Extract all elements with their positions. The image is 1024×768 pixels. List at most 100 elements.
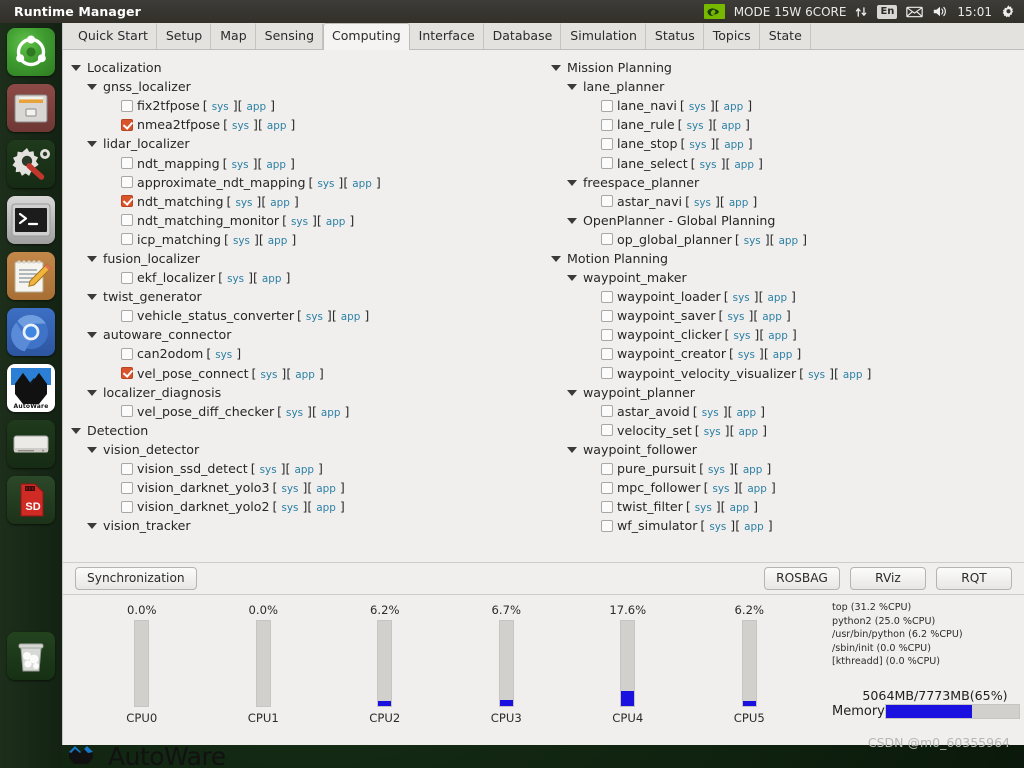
app-link[interactable]: app bbox=[764, 330, 792, 342]
tree-node-vision-detector[interactable]: vision_detector bbox=[63, 440, 543, 459]
rqt-button[interactable]: RQT bbox=[936, 567, 1012, 590]
left-tree-pane[interactable]: Localization gnss_localizer fix2tfpose[sys… bbox=[63, 50, 543, 562]
sys-link[interactable]: sys bbox=[696, 159, 721, 171]
chevron-down-icon[interactable] bbox=[567, 444, 578, 455]
chevron-down-icon[interactable] bbox=[567, 387, 578, 398]
checkbox-ekf-localizer[interactable] bbox=[121, 271, 133, 284]
tree-item-vision-darknet-yolo2[interactable]: vision_darknet_yolo2[sys][app] bbox=[63, 497, 543, 516]
checkbox-icp-matching[interactable] bbox=[121, 233, 133, 246]
tree-item-vel-pose-diff-checker[interactable]: vel_pose_diff_checker[sys][app] bbox=[63, 402, 543, 421]
checkbox-vision-darknet-yolo3[interactable] bbox=[121, 481, 133, 494]
tree-item-lane-select[interactable]: lane_select[sys][app] bbox=[543, 153, 1023, 172]
chevron-down-icon[interactable] bbox=[567, 215, 578, 226]
checkbox-twist-filter[interactable] bbox=[601, 500, 613, 513]
tree-item-lane-stop[interactable]: lane_stop[sys][app] bbox=[543, 134, 1023, 153]
checkbox-vel-pose-connect[interactable] bbox=[121, 367, 133, 380]
app-link[interactable]: app bbox=[348, 178, 376, 190]
sys-link[interactable]: sys bbox=[287, 216, 312, 228]
tab-map[interactable]: Map bbox=[211, 23, 256, 49]
tree-item-ndt-matching[interactable]: ndt_matching[sys][app] bbox=[63, 192, 543, 211]
tree-item-vehicle-status-converter[interactable]: vehicle_status_converter[sys][app] bbox=[63, 306, 543, 325]
chevron-down-icon[interactable] bbox=[87, 138, 98, 149]
app-link[interactable]: app bbox=[743, 483, 771, 495]
app-link[interactable]: app bbox=[839, 369, 867, 381]
mail-icon[interactable] bbox=[906, 6, 924, 18]
checkbox-ndt-mapping[interactable] bbox=[121, 157, 133, 170]
sys-link[interactable]: sys bbox=[691, 502, 716, 514]
tab-database[interactable]: Database bbox=[484, 23, 562, 49]
app-link[interactable]: app bbox=[258, 273, 286, 285]
sys-link[interactable]: sys bbox=[804, 369, 829, 381]
checkbox-op-global-planner[interactable] bbox=[601, 233, 613, 246]
checkbox-lane-navi[interactable] bbox=[601, 99, 613, 112]
sys-link[interactable]: sys bbox=[685, 101, 710, 113]
tree-item-velocity-set[interactable]: velocity_set[sys][app] bbox=[543, 421, 1023, 440]
tab-topics[interactable]: Topics bbox=[704, 23, 760, 49]
sys-link[interactable]: sys bbox=[256, 464, 281, 476]
sys-link[interactable]: sys bbox=[277, 483, 302, 495]
tree-item-waypoint-loader[interactable]: waypoint_loader[sys][app] bbox=[543, 287, 1023, 306]
sys-link[interactable]: sys bbox=[302, 311, 327, 323]
checkbox-nmea2tfpose[interactable] bbox=[121, 118, 133, 131]
chevron-down-icon[interactable] bbox=[71, 425, 82, 436]
chevron-down-icon[interactable] bbox=[87, 81, 98, 92]
tree-node-twist-generator[interactable]: twist_generator bbox=[63, 287, 543, 306]
app-link[interactable]: app bbox=[726, 502, 754, 514]
tab-computing[interactable]: Computing bbox=[323, 23, 410, 50]
tree-node-lane-planner[interactable]: lane_planner bbox=[543, 77, 1023, 96]
sys-link[interactable]: sys bbox=[704, 464, 729, 476]
app-link[interactable]: app bbox=[290, 464, 318, 476]
tree-item-astar-avoid[interactable]: astar_avoid[sys][app] bbox=[543, 402, 1023, 421]
chevron-down-icon[interactable] bbox=[87, 387, 98, 398]
sys-link[interactable]: sys bbox=[256, 369, 281, 381]
clock-label[interactable]: 15:01 bbox=[957, 5, 992, 19]
tree-item-vision-darknet-yolo3[interactable]: vision_darknet_yolo3[sys][app] bbox=[63, 478, 543, 497]
tree-item-pure-pursuit[interactable]: pure_pursuit[sys][app] bbox=[543, 459, 1023, 478]
chevron-down-icon[interactable] bbox=[551, 62, 562, 73]
sys-link[interactable]: sys bbox=[705, 521, 730, 533]
sys-link[interactable]: sys bbox=[228, 159, 253, 171]
tree-item-icp-matching[interactable]: icp_matching[sys][app] bbox=[63, 230, 543, 249]
checkbox-can2odom[interactable] bbox=[121, 347, 133, 360]
tree-node-freespace-planner[interactable]: freespace_planner bbox=[543, 173, 1023, 192]
tab-setup[interactable]: Setup bbox=[157, 23, 212, 49]
checkbox-waypoint-velocity-visualizer[interactable] bbox=[601, 367, 613, 380]
tree-item-ndt-matching-monitor[interactable]: ndt_matching_monitor[sys][app] bbox=[63, 211, 543, 230]
chevron-down-icon[interactable] bbox=[87, 520, 98, 531]
checkbox-ndt-matching[interactable] bbox=[121, 195, 133, 208]
tab-interface[interactable]: Interface bbox=[410, 23, 484, 49]
tree-node-gnss-localizer[interactable]: gnss_localizer bbox=[63, 77, 543, 96]
app-link[interactable]: app bbox=[264, 235, 292, 247]
tree-item-mpc-follower[interactable]: mpc_follower[sys][app] bbox=[543, 478, 1023, 497]
ubuntu-dash-icon[interactable] bbox=[7, 28, 55, 76]
tab-state[interactable]: State bbox=[760, 23, 811, 49]
chevron-down-icon[interactable] bbox=[71, 62, 82, 73]
app-link[interactable]: app bbox=[262, 159, 290, 171]
app-link[interactable]: app bbox=[769, 349, 797, 361]
app-link[interactable]: app bbox=[758, 311, 786, 323]
sys-link[interactable]: sys bbox=[708, 483, 733, 495]
rosbag-button[interactable]: ROSBAG bbox=[764, 567, 840, 590]
checkbox-mpc-follower[interactable] bbox=[601, 481, 613, 494]
chevron-down-icon[interactable] bbox=[567, 81, 578, 92]
volume-icon[interactable] bbox=[932, 5, 948, 18]
tree-item-twist-filter[interactable]: twist_filter[sys][app] bbox=[543, 497, 1023, 516]
tree-item-waypoint-clicker[interactable]: waypoint_clicker[sys][app] bbox=[543, 325, 1023, 344]
app-link[interactable]: app bbox=[730, 159, 758, 171]
tree-item-approximate-ndt-mapping[interactable]: approximate_ndt_mapping[sys][app] bbox=[63, 173, 543, 192]
tree-node-localizer-diagnosis[interactable]: localizer_diagnosis bbox=[63, 383, 543, 402]
rviz-button[interactable]: RViz bbox=[850, 567, 926, 590]
sys-link[interactable]: sys bbox=[228, 120, 253, 132]
tree-item-vel-pose-connect[interactable]: vel_pose_connect[sys][app] bbox=[63, 364, 543, 383]
app-link[interactable]: app bbox=[317, 407, 345, 419]
sys-link[interactable]: sys bbox=[231, 197, 256, 209]
app-link[interactable]: app bbox=[291, 369, 319, 381]
checkbox-wf-simulator[interactable] bbox=[601, 519, 613, 532]
app-link[interactable]: app bbox=[775, 235, 803, 247]
chromium-icon[interactable] bbox=[7, 308, 55, 356]
tree-node-lidar-localizer[interactable]: lidar_localizer bbox=[63, 134, 543, 153]
tree-node-detection[interactable]: Detection bbox=[63, 421, 543, 440]
chevron-down-icon[interactable] bbox=[87, 329, 98, 340]
tree-item-ndt-mapping[interactable]: ndt_mapping[sys][app] bbox=[63, 153, 543, 172]
sys-link[interactable]: sys bbox=[740, 235, 765, 247]
